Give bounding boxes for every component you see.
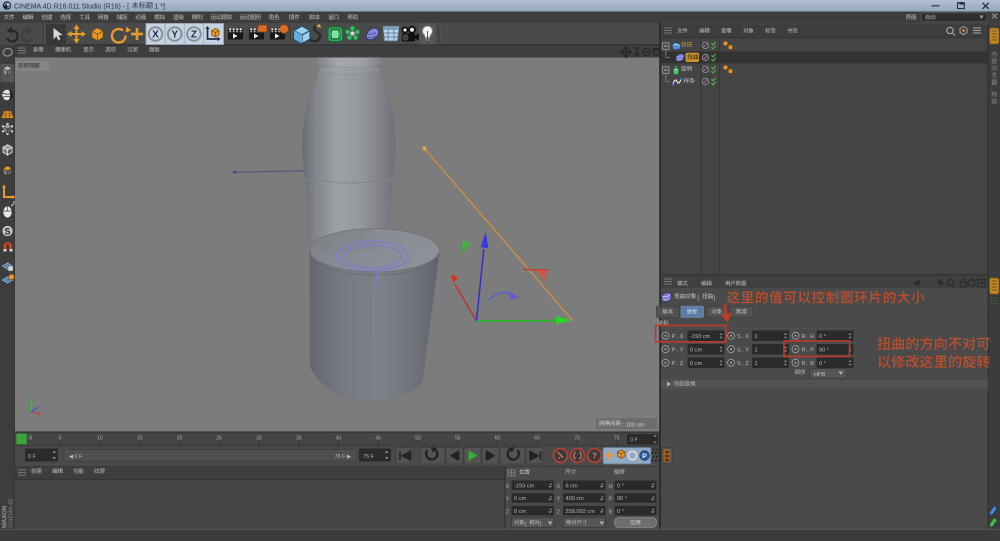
svg-text:R . H: R . H [802, 334, 815, 340]
svg-text:0 cm: 0 cm [690, 347, 702, 353]
svg-text:H: H [609, 484, 613, 490]
svg-text:1: 1 [755, 347, 758, 353]
svg-text:0 F: 0 F [630, 438, 638, 444]
svg-text:X: X [152, 30, 159, 41]
svg-text:0 cm: 0 cm [690, 361, 702, 367]
svg-text:: 100 cm: : 100 cm [623, 423, 645, 429]
svg-text:P: P [642, 454, 647, 461]
svg-text:X: X [506, 484, 510, 490]
svg-text:60: 60 [495, 436, 501, 442]
svg-text:X: X [557, 484, 561, 490]
svg-text:◀ 0 F: ◀ 0 F [69, 454, 83, 460]
svg-text:0 cm: 0 cm [514, 496, 526, 502]
svg-text:Y: Y [171, 30, 178, 41]
svg-text:90 °: 90 ° [819, 347, 829, 353]
svg-text:Y: Y [506, 497, 510, 503]
svg-text:40: 40 [336, 436, 342, 442]
svg-text:75 F: 75 F [363, 454, 375, 460]
svg-text:35: 35 [296, 436, 302, 442]
svg-text:Z: Z [557, 509, 561, 515]
svg-text:5: 5 [59, 436, 62, 442]
svg-text:S . X: S . X [737, 334, 749, 340]
svg-text:55: 55 [455, 436, 461, 442]
svg-text:P: P [609, 497, 613, 503]
svg-text:30: 30 [256, 436, 262, 442]
svg-text:): ) [540, 521, 542, 527]
svg-text:6 cm: 6 cm [566, 484, 578, 490]
svg-text:Z: Z [191, 30, 197, 41]
svg-text:P . Z: P . Z [672, 361, 684, 367]
svg-text:Z: Z [506, 509, 510, 515]
svg-text:CINEMA 4D: CINEMA 4D [9, 498, 15, 528]
svg-text:25: 25 [216, 436, 222, 442]
svg-text:1 *]: 1 *] [155, 3, 166, 10]
svg-text:20: 20 [177, 436, 183, 442]
svg-text:0 °: 0 ° [617, 509, 624, 515]
svg-text:S . Z: S . Z [737, 361, 749, 367]
svg-text:1: 1 [755, 334, 758, 340]
svg-text:15: 15 [137, 436, 143, 442]
svg-text:65: 65 [534, 436, 540, 442]
svg-text:?: ? [592, 452, 597, 461]
svg-text:75 F ▶: 75 F ▶ [335, 454, 351, 460]
svg-text:400 cm: 400 cm [566, 496, 585, 502]
svg-text:Y: Y [557, 497, 561, 503]
svg-text:CINEMA 4D R16.011 Studio (R16): CINEMA 4D R16.011 Studio (R16) - [ [14, 3, 129, 10]
svg-text:S . Y: S . Y [737, 347, 749, 353]
svg-text:P . X: P . X [672, 334, 684, 340]
svg-text:1: 1 [755, 361, 758, 367]
svg-text:0 °: 0 ° [819, 334, 826, 340]
svg-text:10: 10 [97, 436, 103, 442]
svg-text:50: 50 [415, 436, 421, 442]
svg-text:HPB: HPB [814, 372, 826, 378]
svg-text:-193 cm: -193 cm [514, 484, 535, 490]
svg-text:70: 70 [574, 436, 580, 442]
svg-text:0 F: 0 F [28, 454, 37, 460]
svg-text:90 °: 90 ° [617, 496, 627, 502]
svg-text:B: B [609, 509, 613, 515]
svg-text:258.002 cm: 258.002 cm [566, 509, 596, 515]
svg-text:-193 cm: -193 cm [690, 334, 711, 340]
svg-text:P . Y: P . Y [672, 347, 684, 353]
svg-text:S: S [4, 227, 10, 237]
svg-text:0 °: 0 ° [617, 484, 624, 490]
svg-text:0 cm: 0 cm [514, 509, 526, 515]
svg-text:Y: Y [29, 394, 32, 399]
svg-text:75: 75 [614, 436, 620, 442]
svg-text:(: ( [525, 521, 527, 527]
svg-text:R . B: R . B [802, 361, 815, 367]
svg-text:R . P: R . P [802, 347, 815, 353]
svg-text:0: 0 [29, 436, 32, 442]
svg-text:0 °: 0 ° [819, 361, 826, 367]
svg-text:45: 45 [375, 436, 381, 442]
